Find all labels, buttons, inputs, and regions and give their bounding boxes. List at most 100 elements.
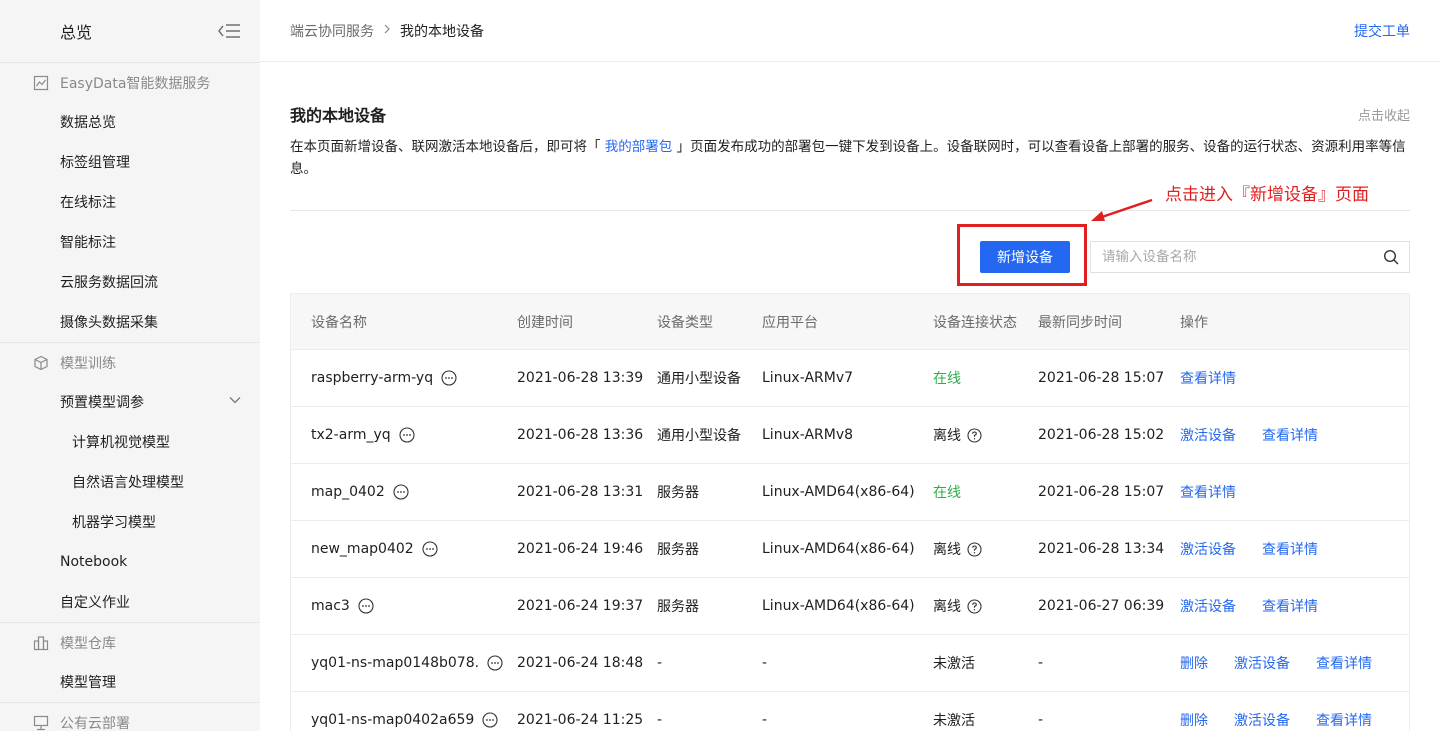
device-name: tx2-arm_yq	[311, 427, 391, 443]
sidebar-item-preset-tuning[interactable]: 预置模型调参	[0, 382, 260, 422]
status-badge: 未激活	[933, 713, 975, 729]
platform: -	[762, 712, 768, 728]
annotation-text: 点击进入『新增设备』页面	[1165, 185, 1369, 205]
platform: Linux-AMD64(x86-64)	[762, 598, 915, 614]
device-type: 通用小型设备	[657, 428, 741, 444]
collapse-link[interactable]: 点击收起	[1358, 105, 1410, 124]
created-time: 2021-06-28 13:31	[517, 484, 644, 500]
header-connection-status: 设备连接状态	[933, 314, 1017, 331]
view-details-link[interactable]: 查看详情	[1262, 596, 1318, 616]
created-time: 2021-06-28 13:36	[517, 427, 644, 443]
table-row: new_map0402 2021-06-24 19:46 服务器 Linux-AMD6…	[291, 521, 1409, 578]
sidebar-item-nlp-model[interactable]: 自然语言处理模型	[0, 462, 260, 502]
device-search	[1090, 241, 1410, 273]
help-icon[interactable]	[967, 598, 982, 614]
last-sync-time: 2021-06-27 06:39	[1038, 598, 1165, 614]
sidebar: 总览 EasyData智能数据服务 数据总览 标签组管理 在线标注 智能标注 云…	[0, 0, 260, 731]
sidebar-group-public-cloud-deploy: 公有云部署	[0, 702, 260, 731]
sidebar-item-notebook[interactable]: Notebook	[0, 542, 260, 582]
activate-device-link[interactable]: 激活设备	[1234, 653, 1290, 673]
status-badge: 离线	[933, 596, 982, 616]
table-header: 设备名称 创建时间 设备类型 应用平台 设备连接状态 最新同步时间 操作	[291, 294, 1409, 350]
view-details-link[interactable]: 查看详情	[1262, 539, 1318, 559]
chevron-down-icon[interactable]	[228, 393, 242, 411]
sidebar-item-model-management[interactable]: 模型管理	[0, 662, 260, 702]
table-body: raspberry-arm-yq 2021-06-28 13:39 通用小型设备 Li…	[291, 350, 1409, 731]
more-icon[interactable]	[487, 655, 503, 671]
sidebar-group-label: 模型仓库	[60, 635, 116, 652]
device-type: -	[657, 655, 663, 671]
more-icon[interactable]	[393, 484, 409, 500]
sidebar-title[interactable]: 总览	[60, 19, 92, 43]
header-last-sync: 最新同步时间	[1038, 314, 1122, 331]
device-name: yq01-ns-map0148b078.	[311, 655, 480, 671]
last-sync-time: -	[1038, 655, 1044, 671]
sidebar-item-camera-collection[interactable]: 摄像头数据采集	[0, 302, 260, 342]
more-icon[interactable]	[482, 712, 498, 728]
more-icon[interactable]	[422, 541, 438, 557]
topbar: 端云协同服务 我的本地设备 提交工单	[260, 0, 1440, 62]
view-details-link[interactable]: 查看详情	[1316, 710, 1372, 730]
delete-link[interactable]: 删除	[1180, 653, 1208, 673]
sidebar-item-label: 预置模型调参	[60, 395, 144, 411]
device-name-cell: raspberry-arm-yq	[311, 370, 457, 386]
activate-device-link[interactable]: 激活设备	[1234, 710, 1290, 730]
device-name: map_0402	[311, 484, 385, 500]
table-row: tx2-arm_yq 2021-06-28 13:36 通用小型设备 Linux-AR…	[291, 407, 1409, 464]
created-time: 2021-06-24 19:46	[517, 541, 644, 557]
device-name: mac3	[311, 598, 350, 614]
view-details-link[interactable]: 查看详情	[1180, 368, 1236, 388]
add-device-button[interactable]: 新增设备	[980, 241, 1070, 273]
created-time: 2021-06-24 18:48	[517, 655, 644, 671]
more-icon[interactable]	[358, 598, 374, 614]
view-details-link[interactable]: 查看详情	[1180, 482, 1236, 502]
help-icon[interactable]	[967, 541, 982, 557]
created-time: 2021-06-24 11:25	[517, 712, 644, 728]
sidebar-item-ml-model[interactable]: 机器学习模型	[0, 502, 260, 542]
sidebar-group-label: 公有云部署	[60, 715, 130, 731]
header-device-name: 设备名称	[311, 314, 367, 331]
activate-device-link[interactable]: 激活设备	[1180, 596, 1236, 616]
status-badge: 离线	[933, 539, 982, 559]
sidebar-item-smart-labeling[interactable]: 智能标注	[0, 222, 260, 262]
chevron-right-icon	[382, 23, 392, 39]
warehouse-icon	[32, 634, 50, 652]
created-time: 2021-06-24 19:37	[517, 598, 644, 614]
device-type: -	[657, 712, 663, 728]
last-sync-time: 2021-06-28 15:02	[1038, 427, 1165, 443]
sidebar-item-cv-model[interactable]: 计算机视觉模型	[0, 422, 260, 462]
more-icon[interactable]	[441, 370, 457, 386]
device-search-input[interactable]	[1091, 249, 1373, 265]
activate-device-link[interactable]: 激活设备	[1180, 425, 1236, 445]
section-header: 我的本地设备 点击收起	[290, 96, 1410, 132]
desc-text-before: 在本页面新增设备、联网激活本地设备后，即可将「	[290, 139, 605, 155]
sidebar-item-cloud-data-return[interactable]: 云服务数据回流	[0, 262, 260, 302]
submit-ticket-link[interactable]: 提交工单	[1354, 21, 1410, 41]
device-intro-section: 我的本地设备 点击收起 在本页面新增设备、联网激活本地设备后，即可将「 我的部署…	[290, 96, 1410, 180]
device-name: raspberry-arm-yq	[311, 370, 434, 386]
table-row: yq01-ns-map0148b078. 2021-06-24 18:48- - 未激…	[291, 635, 1409, 692]
sidebar-group-model-training: 模型训练	[0, 342, 260, 382]
more-icon[interactable]	[399, 427, 415, 443]
view-details-link[interactable]: 查看详情	[1316, 653, 1372, 673]
sidebar-group-easydata: EasyData智能数据服务	[0, 62, 260, 102]
delete-link[interactable]: 删除	[1180, 710, 1208, 730]
sidebar-item-online-labeling[interactable]: 在线标注	[0, 182, 260, 222]
my-deploy-packages-link[interactable]: 我的部署包	[605, 139, 673, 155]
device-name-cell: mac3	[311, 598, 374, 614]
sidebar-item-label-groups[interactable]: 标签组管理	[0, 142, 260, 182]
breadcrumb-item-edge-cloud[interactable]: 端云协同服务	[290, 21, 374, 41]
view-details-link[interactable]: 查看详情	[1262, 425, 1318, 445]
sidebar-item-data-overview[interactable]: 数据总览	[0, 102, 260, 142]
help-icon[interactable]	[967, 427, 982, 443]
collapse-sidebar-icon[interactable]	[216, 21, 242, 41]
sidebar-item-custom-job[interactable]: 自定义作业	[0, 582, 260, 622]
table-row: mac3 2021-06-24 19:37 服务器 Linux-AMD64(x86-6…	[291, 578, 1409, 635]
table-row: map_0402 2021-06-28 13:31 服务器 Linux-AMD64(x…	[291, 464, 1409, 521]
search-icon[interactable]	[1373, 242, 1409, 272]
device-type: 服务器	[657, 485, 699, 501]
activate-device-link[interactable]: 激活设备	[1180, 539, 1236, 559]
last-sync-time: 2021-06-28 15:07	[1038, 484, 1165, 500]
sidebar-header: 总览	[0, 0, 260, 62]
header-device-type: 设备类型	[657, 314, 713, 331]
